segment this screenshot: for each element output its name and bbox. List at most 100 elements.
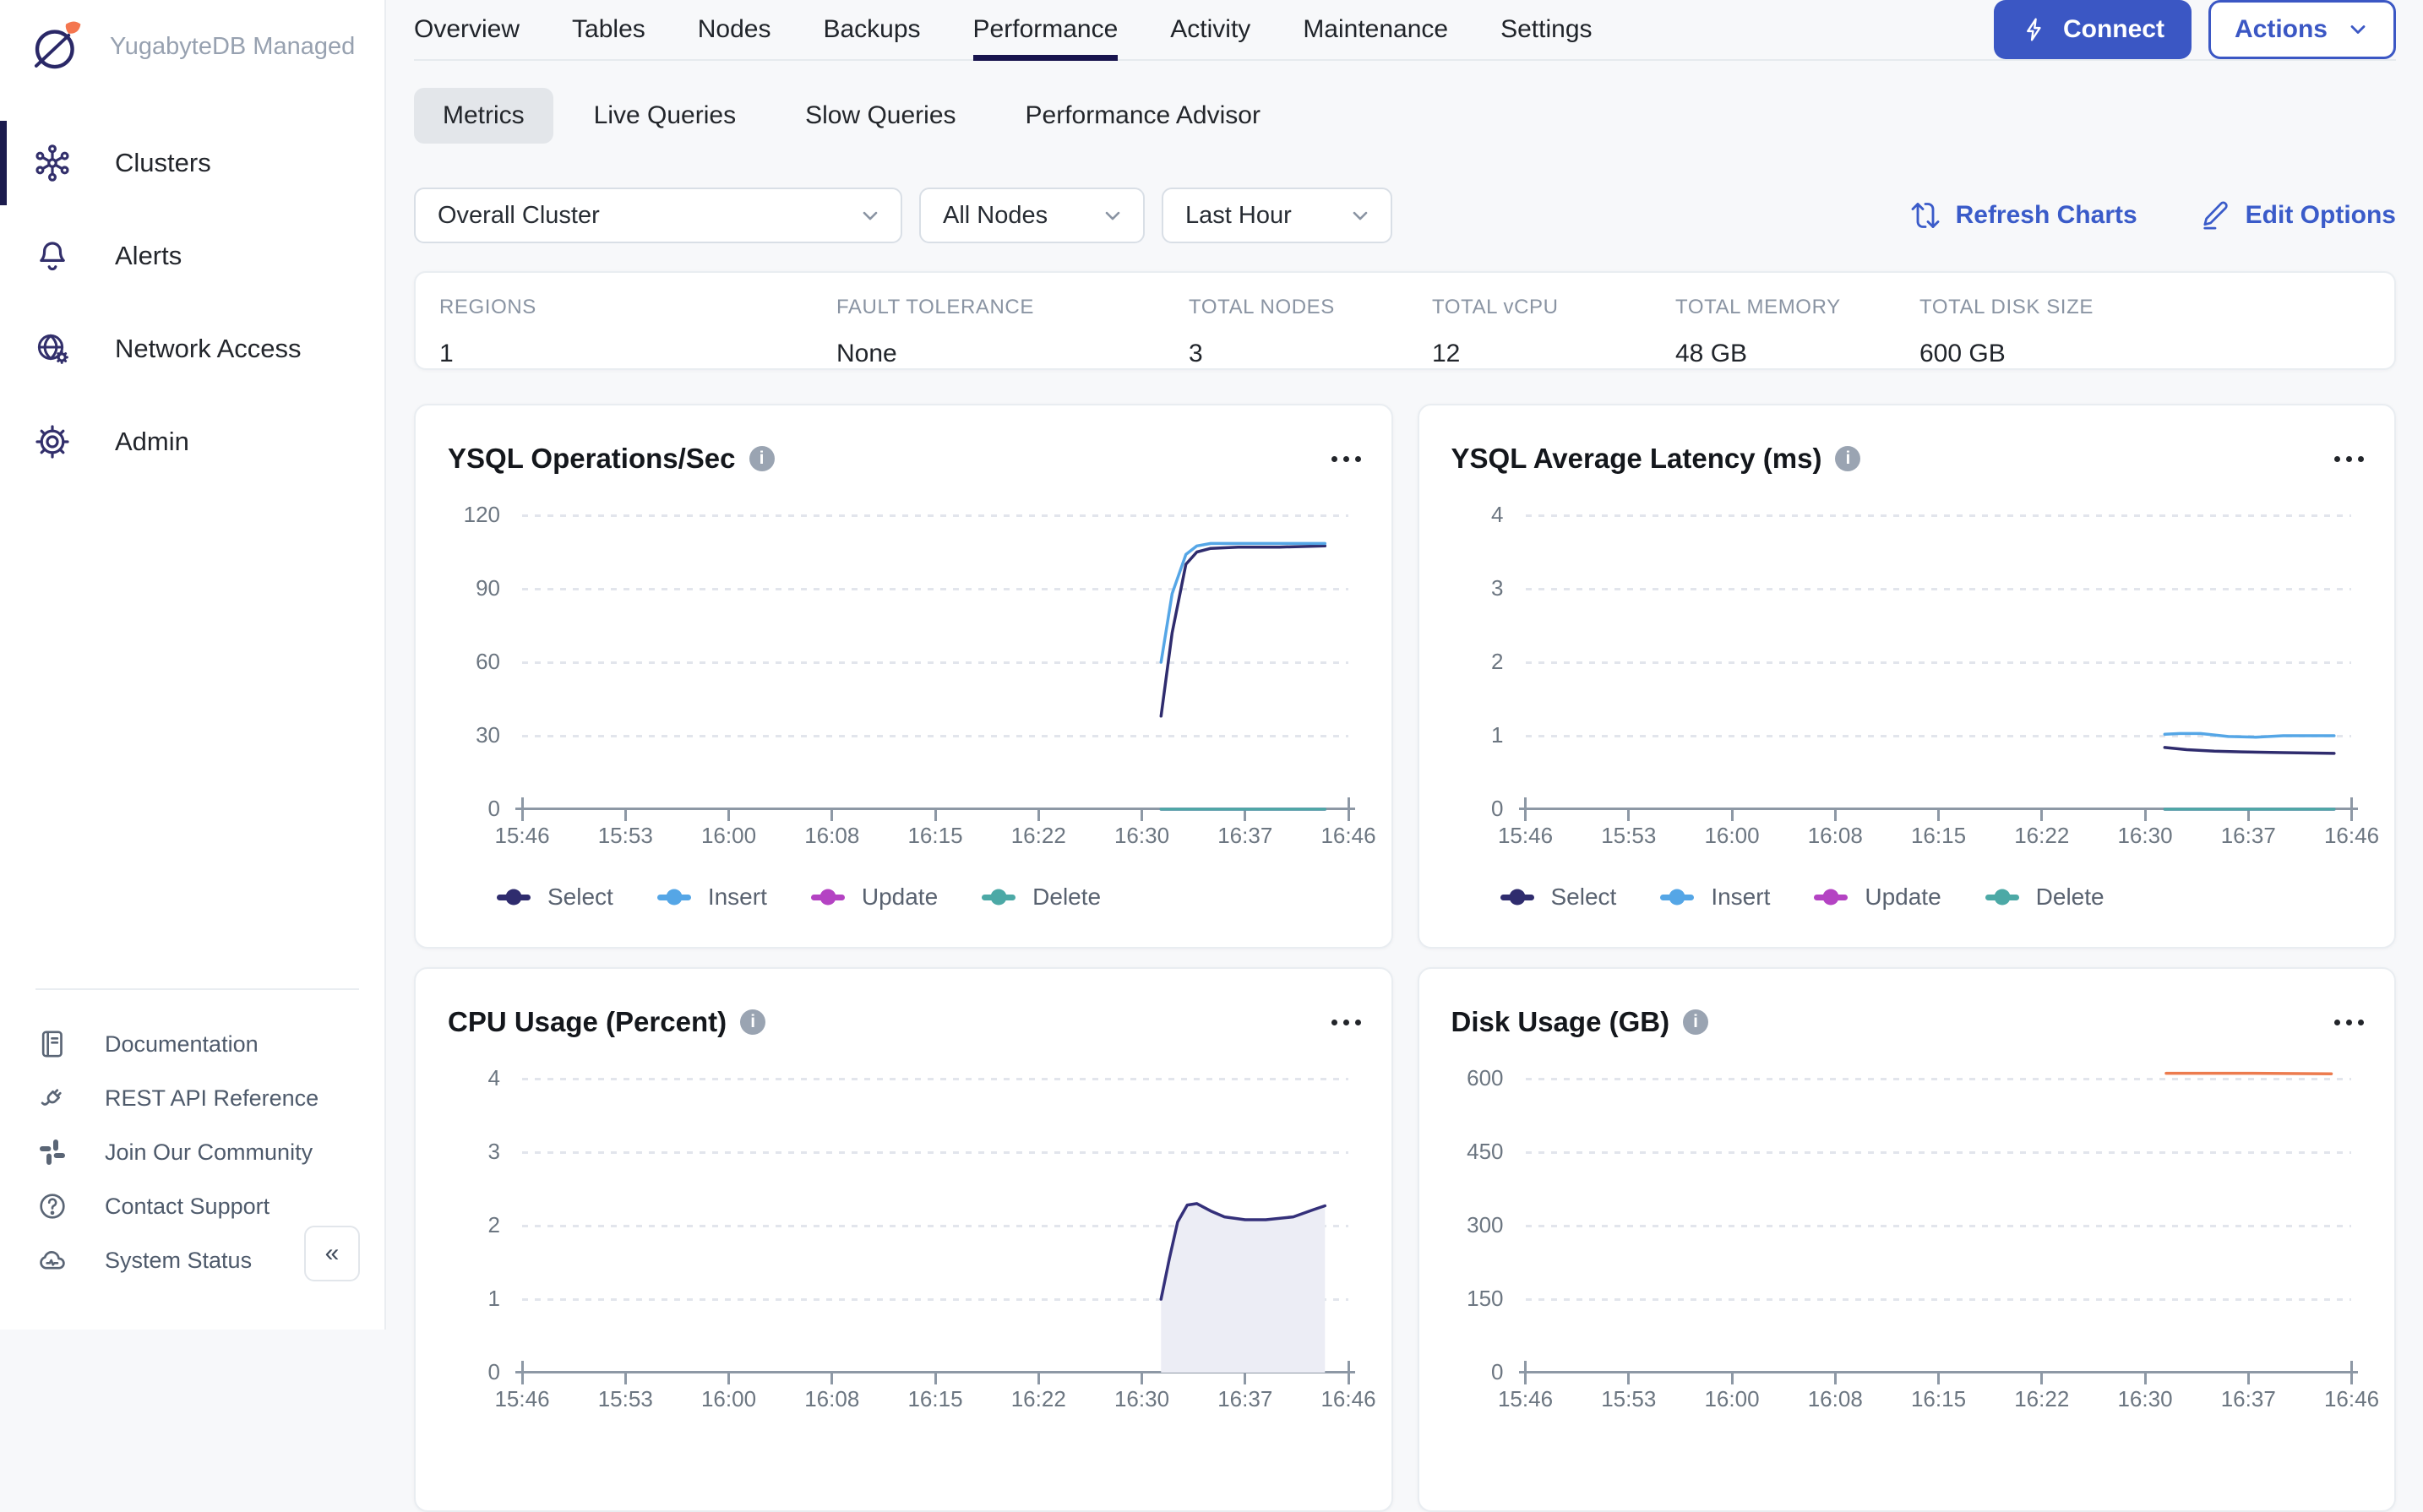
sidebar-item-admin[interactable]: Admin [0,395,384,488]
axis-tick [1834,1373,1837,1384]
time-range-select[interactable]: Last Hour [1162,188,1392,243]
y-axis-label: 2 [1426,649,1504,675]
subtab-performance-advisor[interactable]: Performance Advisor [997,88,1289,144]
x-axis-label: 16:30 [2117,823,2172,849]
help-icon [35,1189,69,1223]
x-axis-label: 15:53 [598,1386,653,1412]
refresh-charts-link[interactable]: Refresh Charts [1910,200,2137,231]
stat-value: 3 [1189,340,1432,368]
axis-tick [2350,1373,2353,1384]
axis-tick [1348,1373,1350,1384]
axis-tick [1037,1373,1040,1384]
axis-tick [2040,1373,2043,1384]
x-axis-label: 16:15 [907,823,962,849]
x-axis-label: 16:15 [1911,1386,1966,1412]
cluster-stats-card: REGIONS1FAULT TOLERANCENoneTOTAL NODES3T… [414,271,2396,370]
chart-legend: SelectInsertUpdateDelete [497,884,1101,911]
legend-marker-insert [657,895,691,900]
stat-value: 600 GB [1919,340,2094,368]
x-axis-label: 15:53 [1601,823,1656,849]
sidebar-footer-item-rest-api-reference[interactable]: REST API Reference [35,1071,359,1125]
tab-backups[interactable]: Backups [823,0,920,59]
axis-tick [1937,809,1940,821]
sidebar-collapse-button[interactable]: « [304,1226,360,1281]
axis-tick [1627,809,1630,821]
stat-total-disk-size: TOTAL DISK SIZE 600 GB [1919,296,2094,368]
legend-marker-select [497,895,531,900]
x-axis-label: 16:00 [701,823,756,849]
x-axis-label: 16:30 [1114,1386,1169,1412]
stat-regions: REGIONS1 [439,296,836,368]
x-axis-label: 16:46 [2324,1386,2379,1412]
info-icon[interactable]: i [1683,1009,1708,1035]
tab-overview[interactable]: Overview [414,0,520,59]
x-axis-label: 16:46 [1320,823,1375,849]
stat-value: 48 GB [1675,340,1919,368]
cluster-select[interactable]: Overall Cluster [414,188,902,243]
legend-item-delete: Delete [982,884,1101,911]
globe-icon [32,329,73,369]
axis-tick [2144,1373,2147,1384]
chart-series-svg [522,515,1348,809]
actions-button[interactable]: Actions [2208,0,2396,59]
nodes-select[interactable]: All Nodes [919,188,1145,243]
cluster-icon [32,143,73,183]
tab-tables[interactable]: Tables [572,0,645,59]
stat-label: TOTAL DISK SIZE [1919,296,2094,319]
tab-settings[interactable]: Settings [1500,0,1592,59]
sidebar-footer-item-join-our-community[interactable]: Join Our Community [35,1125,359,1179]
subtab-slow-queries[interactable]: Slow Queries [776,88,984,144]
axis-tick [2247,1373,2250,1384]
subtab-live-queries[interactable]: Live Queries [565,88,765,144]
pencil-icon [2200,200,2230,231]
main-content: Overview Tables Nodes Backups Performance Act… [386,0,2423,1330]
stat-label: REGIONS [439,296,836,319]
edit-options-link[interactable]: Edit Options [2200,200,2396,231]
sidebar-nav: ClustersAlertsNetwork AccessAdmin [0,117,384,488]
x-axis-label: 16:37 [1217,823,1272,849]
chevron-down-icon [1348,204,1372,227]
chart-menu-button[interactable] [2333,1011,2366,1034]
info-icon[interactable]: i [740,1009,765,1035]
chart-actions: Refresh Charts Edit Options [1910,200,2396,231]
axis-tick [2040,809,2043,821]
brand: YugabyteDB Managed [0,0,384,76]
y-axis-label: 1 [422,1286,500,1312]
legend-label: Delete [1032,884,1101,911]
sidebar-footer-item-contact-support[interactable]: Contact Support [35,1179,359,1233]
sidebar-footer-label: REST API Reference [105,1085,319,1112]
axis-tick [2247,809,2250,821]
legend-label: Insert [708,884,767,911]
tab-activity[interactable]: Activity [1170,0,1250,59]
legend-marker-insert [1660,895,1694,900]
info-icon[interactable]: i [749,446,775,471]
sidebar-item-clusters[interactable]: Clusters [0,117,384,209]
legend-item-update: Update [1814,884,1941,911]
y-axis-label: 60 [422,649,500,675]
y-axis-label: 30 [422,722,500,748]
x-axis-label: 16:46 [2324,823,2379,849]
chart-menu-button[interactable] [1330,1011,1363,1034]
tab-performance[interactable]: Performance [973,0,1119,59]
y-axis-label: 4 [1426,502,1504,528]
sidebar-footer-item-documentation[interactable]: Documentation [35,1017,359,1071]
info-icon[interactable]: i [1835,446,1860,471]
legend-label: Update [1865,884,1941,911]
sidebar-item-network-access[interactable]: Network Access [0,302,384,395]
x-axis-label: 16:37 [2221,823,2276,849]
y-axis-label: 0 [422,1359,500,1385]
chart-menu-button[interactable] [2333,448,2366,470]
performance-subtabs: MetricsLive QueriesSlow QueriesPerforman… [414,88,2396,144]
chart-plot-area: 0123415:4615:5316:0016:0816:1516:2216:30… [522,1079,1348,1373]
sidebar-footer-label: Contact Support [105,1194,270,1220]
y-axis-label: 1 [1426,722,1504,748]
book-icon [35,1027,69,1061]
sidebar-item-alerts[interactable]: Alerts [0,209,384,302]
axis-tick [727,1373,730,1384]
tab-nodes[interactable]: Nodes [698,0,771,59]
chart-menu-button[interactable] [1330,448,1363,470]
connect-button[interactable]: Connect [1994,0,2192,59]
subtab-metrics[interactable]: Metrics [414,88,553,144]
tab-maintenance[interactable]: Maintenance [1303,0,1448,59]
y-axis-label: 0 [1426,1359,1504,1385]
